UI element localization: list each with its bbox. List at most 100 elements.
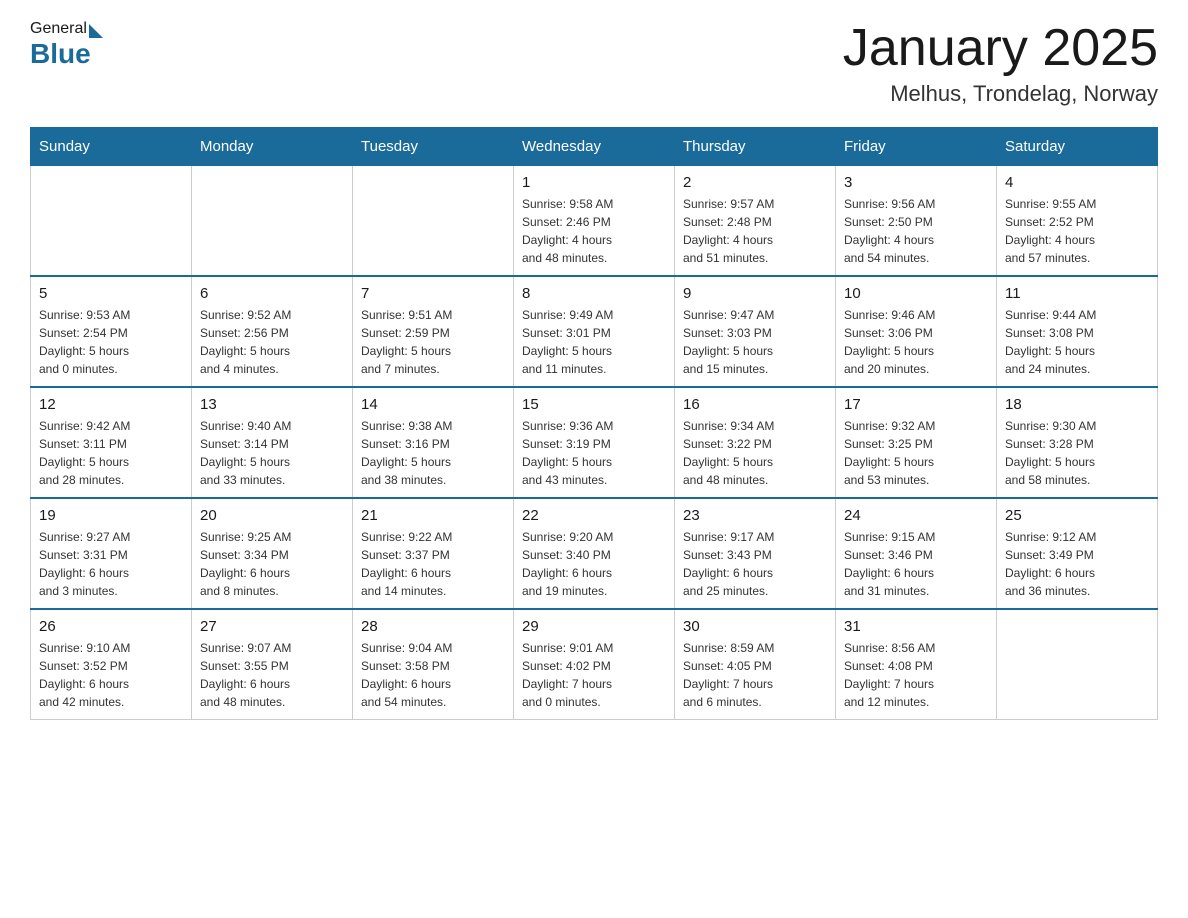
day-number: 30 [683,618,827,635]
day-number: 25 [1005,507,1149,524]
calendar-cell: 28 Sunrise: 9:04 AM Sunset: 3:58 PM Dayli… [353,609,514,720]
day-info: Sunrise: 9:58 AM Sunset: 2:46 PM Dayligh… [522,195,666,267]
day-info: Sunrise: 9:15 AM Sunset: 3:46 PM Dayligh… [844,528,988,600]
calendar-cell [353,166,514,277]
calendar-cell: 30Sunrise: 8:59 AM Sunset: 4:05 PM Dayli… [675,609,836,720]
logo-arrow-icon [89,24,103,38]
day-info: Sunrise: 9:01 AM Sunset: 4:02 PM Dayligh… [522,639,666,711]
day-number: 1 [522,174,666,191]
calendar-week-row: 26Sunrise: 9:10 AM Sunset: 3:52 PM Dayli… [31,609,1158,720]
day-info: Sunrise: 9:44 AM Sunset: 3:08 PM Dayligh… [1005,306,1149,378]
day-number: 11 [1005,285,1149,302]
day-number: 20 [200,507,344,524]
day-number: 9 [683,285,827,302]
weekday-header-row: SundayMondayTuesdayWednesdayThursdayFrid… [31,128,1158,166]
day-number: 14 [361,396,505,413]
day-info: Sunrise: 9:10 AM Sunset: 3:52 PM Dayligh… [39,639,183,711]
logo-blue-text: Blue [30,38,91,70]
day-number: 27 [200,618,344,635]
calendar-cell: 4 Sunrise: 9:55 AM Sunset: 2:52 PM Daylig… [997,166,1158,277]
day-number: 22 [522,507,666,524]
weekday-header-tuesday: Tuesday [353,128,514,166]
calendar-table: SundayMondayTuesdayWednesdayThursdayFrid… [30,127,1158,720]
calendar-cell [192,166,353,277]
day-number: 16 [683,396,827,413]
calendar-cell: 19 Sunrise: 9:27 AM Sunset: 3:31 PM Dayli… [31,498,192,609]
day-info: Sunrise: 9:47 AM Sunset: 3:03 PM Dayligh… [683,306,827,378]
calendar-cell: 22 Sunrise: 9:20 AM Sunset: 3:40 PM Dayli… [514,498,675,609]
day-info: Sunrise: 9:36 AM Sunset: 3:19 PM Dayligh… [522,417,666,489]
weekday-header-friday: Friday [836,128,997,166]
day-info: Sunrise: 9:42 AM Sunset: 3:11 PM Dayligh… [39,417,183,489]
weekday-header-wednesday: Wednesday [514,128,675,166]
calendar-cell: 5Sunrise: 9:53 AM Sunset: 2:54 PM Daylig… [31,276,192,387]
day-info: Sunrise: 9:07 AM Sunset: 3:55 PM Dayligh… [200,639,344,711]
day-number: 2 [683,174,827,191]
day-info: Sunrise: 9:49 AM Sunset: 3:01 PM Dayligh… [522,306,666,378]
calendar-cell: 12 Sunrise: 9:42 AM Sunset: 3:11 PM Dayli… [31,387,192,498]
day-info: Sunrise: 9:20 AM Sunset: 3:40 PM Dayligh… [522,528,666,600]
calendar-cell: 20Sunrise: 9:25 AM Sunset: 3:34 PM Dayli… [192,498,353,609]
calendar-cell [31,166,192,277]
calendar-cell: 25 Sunrise: 9:12 AM Sunset: 3:49 PM Dayli… [997,498,1158,609]
day-number: 19 [39,507,183,524]
day-info: Sunrise: 9:38 AM Sunset: 3:16 PM Dayligh… [361,417,505,489]
day-info: Sunrise: 9:22 AM Sunset: 3:37 PM Dayligh… [361,528,505,600]
day-info: Sunrise: 9:12 AM Sunset: 3:49 PM Dayligh… [1005,528,1149,600]
day-info: Sunrise: 9:30 AM Sunset: 3:28 PM Dayligh… [1005,417,1149,489]
day-info: Sunrise: 9:27 AM Sunset: 3:31 PM Dayligh… [39,528,183,600]
calendar-week-row: 12 Sunrise: 9:42 AM Sunset: 3:11 PM Dayli… [31,387,1158,498]
calendar-cell: 8Sunrise: 9:49 AM Sunset: 3:01 PM Daylig… [514,276,675,387]
title-section: January 2025 Melhus, Trondelag, Norway [843,20,1158,107]
day-info: Sunrise: 9:34 AM Sunset: 3:22 PM Dayligh… [683,417,827,489]
calendar-cell: 6 Sunrise: 9:52 AM Sunset: 2:56 PM Daylig… [192,276,353,387]
calendar-cell: 14 Sunrise: 9:38 AM Sunset: 3:16 PM Dayli… [353,387,514,498]
day-number: 6 [200,285,344,302]
day-info: Sunrise: 8:56 AM Sunset: 4:08 PM Dayligh… [844,639,988,711]
day-number: 13 [200,396,344,413]
calendar-cell [997,609,1158,720]
logo: General Blue [30,20,103,70]
day-number: 21 [361,507,505,524]
calendar-week-row: 1 Sunrise: 9:58 AM Sunset: 2:46 PM Daylig… [31,166,1158,277]
day-info: Sunrise: 9:40 AM Sunset: 3:14 PM Dayligh… [200,417,344,489]
day-number: 29 [522,618,666,635]
day-info: Sunrise: 9:55 AM Sunset: 2:52 PM Dayligh… [1005,195,1149,267]
calendar-cell: 10 Sunrise: 9:46 AM Sunset: 3:06 PM Dayli… [836,276,997,387]
day-number: 5 [39,285,183,302]
calendar-cell: 3Sunrise: 9:56 AM Sunset: 2:50 PM Daylig… [836,166,997,277]
calendar-cell: 1 Sunrise: 9:58 AM Sunset: 2:46 PM Daylig… [514,166,675,277]
calendar-cell: 13 Sunrise: 9:40 AM Sunset: 3:14 PM Dayli… [192,387,353,498]
weekday-header-monday: Monday [192,128,353,166]
calendar-cell: 26Sunrise: 9:10 AM Sunset: 3:52 PM Dayli… [31,609,192,720]
month-title: January 2025 [843,20,1158,77]
calendar-cell: 31Sunrise: 8:56 AM Sunset: 4:08 PM Dayli… [836,609,997,720]
calendar-cell: 21 Sunrise: 9:22 AM Sunset: 3:37 PM Dayli… [353,498,514,609]
calendar-week-row: 19 Sunrise: 9:27 AM Sunset: 3:31 PM Dayli… [31,498,1158,609]
day-info: Sunrise: 9:46 AM Sunset: 3:06 PM Dayligh… [844,306,988,378]
day-number: 15 [522,396,666,413]
day-number: 17 [844,396,988,413]
weekday-header-saturday: Saturday [997,128,1158,166]
day-number: 18 [1005,396,1149,413]
calendar-cell: 24Sunrise: 9:15 AM Sunset: 3:46 PM Dayli… [836,498,997,609]
calendar-cell: 9 Sunrise: 9:47 AM Sunset: 3:03 PM Daylig… [675,276,836,387]
calendar-week-row: 5Sunrise: 9:53 AM Sunset: 2:54 PM Daylig… [31,276,1158,387]
page-header: General Blue January 2025 Melhus, Tronde… [30,20,1158,107]
calendar-cell: 18 Sunrise: 9:30 AM Sunset: 3:28 PM Dayli… [997,387,1158,498]
day-number: 28 [361,618,505,635]
day-number: 10 [844,285,988,302]
calendar-cell: 16 Sunrise: 9:34 AM Sunset: 3:22 PM Dayli… [675,387,836,498]
day-info: Sunrise: 9:52 AM Sunset: 2:56 PM Dayligh… [200,306,344,378]
day-number: 12 [39,396,183,413]
day-info: Sunrise: 9:04 AM Sunset: 3:58 PM Dayligh… [361,639,505,711]
calendar-cell: 7 Sunrise: 9:51 AM Sunset: 2:59 PM Daylig… [353,276,514,387]
day-info: Sunrise: 9:32 AM Sunset: 3:25 PM Dayligh… [844,417,988,489]
day-number: 7 [361,285,505,302]
weekday-header-thursday: Thursday [675,128,836,166]
calendar-cell: 29 Sunrise: 9:01 AM Sunset: 4:02 PM Dayli… [514,609,675,720]
day-info: Sunrise: 9:57 AM Sunset: 2:48 PM Dayligh… [683,195,827,267]
day-info: Sunrise: 9:51 AM Sunset: 2:59 PM Dayligh… [361,306,505,378]
weekday-header-sunday: Sunday [31,128,192,166]
day-number: 4 [1005,174,1149,191]
